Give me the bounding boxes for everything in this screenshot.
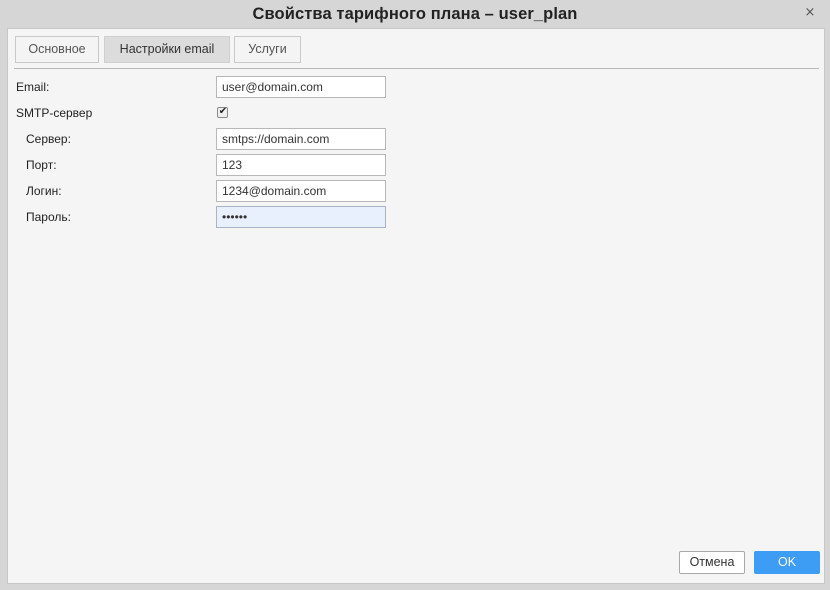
tab-email-settings[interactable]: Настройки email	[104, 36, 230, 63]
email-label: Email:	[16, 80, 50, 94]
close-icon[interactable]: ×	[804, 6, 816, 19]
email-field[interactable]	[216, 76, 386, 98]
server-label: Сервер:	[26, 132, 71, 146]
tab-general[interactable]: Основное	[15, 36, 99, 63]
tab-divider	[14, 68, 819, 69]
server-row: Сервер:	[8, 128, 824, 150]
cancel-button[interactable]: Отмена	[679, 551, 745, 574]
tariff-plan-dialog: Свойства тарифного плана – user_plan × О…	[0, 0, 830, 590]
dialog-title: Свойства тарифного плана – user_plan	[252, 5, 578, 23]
smtp-label: SMTP-сервер	[16, 106, 93, 120]
password-label: Пароль:	[26, 210, 71, 224]
checkmark-icon: ✔	[218, 106, 228, 117]
login-field[interactable]	[216, 180, 386, 202]
login-row: Логин:	[8, 180, 824, 202]
login-label: Логин:	[26, 184, 62, 198]
smtp-checkbox[interactable]: ✔	[217, 106, 228, 118]
title-bar: Свойства тарифного плана – user_plan ×	[0, 0, 830, 28]
dialog-body: Основное Настройки email Услуги Email: S…	[7, 28, 825, 584]
password-field[interactable]	[216, 206, 386, 228]
port-label: Порт:	[26, 158, 57, 172]
smtp-row: SMTP-сервер ✔	[8, 102, 824, 124]
password-row: Пароль:	[8, 206, 824, 228]
email-row: Email:	[8, 76, 824, 98]
ok-button[interactable]: OK	[754, 551, 820, 574]
port-row: Порт:	[8, 154, 824, 176]
server-field[interactable]	[216, 128, 386, 150]
tab-services[interactable]: Услуги	[234, 36, 301, 63]
port-field[interactable]	[216, 154, 386, 176]
